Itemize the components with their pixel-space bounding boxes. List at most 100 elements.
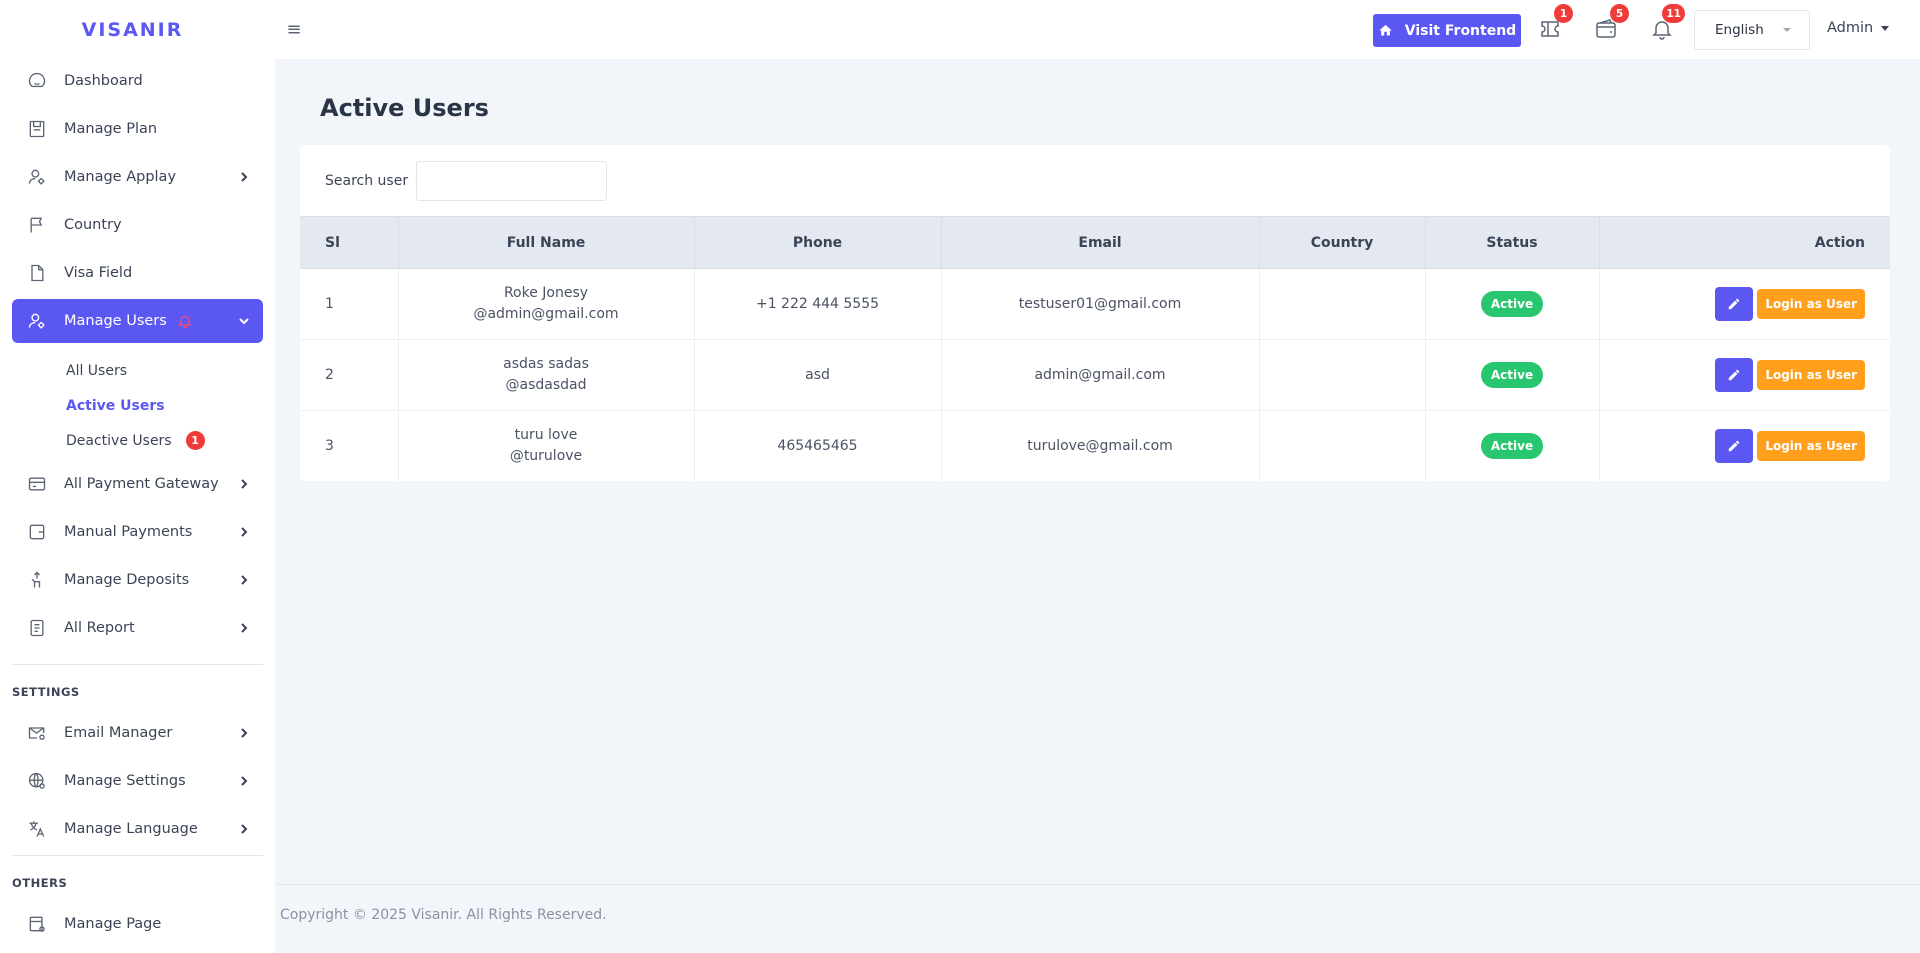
sidebar-item-manage-plan[interactable]: Manage Plan xyxy=(12,107,263,151)
submenu-active-users[interactable]: Active Users xyxy=(66,388,263,423)
column-header-full-name[interactable]: Full Name xyxy=(397,216,695,269)
cell-full-name: Roke Jonesy @admin@gmail.com xyxy=(397,268,695,340)
cell-sl: 2 xyxy=(300,339,399,411)
login-as-user-button[interactable]: Login as User xyxy=(1757,289,1865,319)
wallet-icon xyxy=(26,521,48,543)
translate-icon xyxy=(26,818,48,840)
users-table: Sl Full Name Phone Email Country Status … xyxy=(300,216,1890,481)
user-username: @turulove xyxy=(509,448,583,464)
sidebar-item-label: Manage Plan xyxy=(64,121,158,137)
cell-sl: 3 xyxy=(300,410,399,481)
bell-alert-icon xyxy=(177,313,193,329)
sidebar-item-manage-users[interactable]: Manage Users xyxy=(12,299,263,343)
column-header-phone[interactable]: Phone xyxy=(693,216,942,269)
sidebar-item-all-report[interactable]: All Report xyxy=(12,606,263,650)
edit-button[interactable] xyxy=(1715,287,1754,321)
pencil-icon xyxy=(1729,298,1740,310)
chevron-right-icon xyxy=(237,573,251,587)
sidebar-item-manage-settings[interactable]: Manage Settings xyxy=(12,759,263,803)
visit-frontend-button[interactable]: Visit Frontend xyxy=(1373,14,1521,47)
cell-status: Active xyxy=(1424,268,1600,340)
caret-down-icon xyxy=(1783,28,1791,32)
sidebar-item-manage-language[interactable]: Manage Language xyxy=(12,807,263,851)
hamburger-menu-icon[interactable]: ≡ xyxy=(283,18,305,40)
sidebar-item-label: Manage Language xyxy=(64,821,198,837)
chevron-right-icon xyxy=(237,774,251,788)
status-badge: Active xyxy=(1480,433,1544,459)
user-name: turu love xyxy=(514,427,578,443)
language-select[interactable]: English xyxy=(1694,10,1810,50)
column-header-action: Action xyxy=(1598,216,1890,269)
sidebar-item-label: Manage Deposits xyxy=(64,572,190,588)
sidebar-item-manual-payments[interactable]: Manual Payments xyxy=(12,510,263,554)
column-header-country[interactable]: Country xyxy=(1258,216,1426,269)
report-icon xyxy=(26,617,48,639)
edit-button[interactable] xyxy=(1715,429,1754,463)
chevron-right-icon xyxy=(237,822,251,836)
user-name: asdas sadas xyxy=(503,356,589,372)
submenu-label: Active Users xyxy=(66,397,165,414)
sidebar-item-label: Manage Users xyxy=(64,313,167,329)
notifications-badge: 11 xyxy=(1662,4,1685,23)
table-header-row: Sl Full Name Phone Email Country Status … xyxy=(300,216,1890,269)
chevron-right-icon xyxy=(237,525,251,539)
sidebar-item-label: Visa Field xyxy=(64,265,133,281)
notifications-button[interactable]: 11 xyxy=(1647,4,1685,44)
ticket-button[interactable]: 1 xyxy=(1535,4,1573,44)
sidebar-item-country[interactable]: Country xyxy=(12,203,263,247)
mail-gear-icon xyxy=(26,722,48,744)
wallet-button[interactable]: 5 xyxy=(1591,4,1629,44)
chevron-down-icon xyxy=(237,314,251,328)
table-row: 3 turu love @turulove 465465465 turulove@… xyxy=(300,410,1890,481)
sidebar: VISANIR Dashboard Manage Plan Manage App… xyxy=(0,0,275,953)
others-section-title: OTHERS xyxy=(12,876,68,890)
sidebar-item-email-manager[interactable]: Email Manager xyxy=(12,711,263,755)
submenu-deactive-users[interactable]: Deactive Users 1 xyxy=(66,423,263,458)
sidebar-item-all-payment-gateway[interactable]: All Payment Gateway xyxy=(12,462,263,506)
column-header-email[interactable]: Email xyxy=(940,216,1260,269)
submenu-all-users[interactable]: All Users xyxy=(66,353,263,388)
edit-button[interactable] xyxy=(1715,358,1754,392)
user-gear-icon xyxy=(26,310,48,332)
others-menu: Manage Page xyxy=(0,902,275,946)
cell-phone: +1 222 444 5555 xyxy=(693,268,942,340)
brand-logo[interactable]: VISANIR xyxy=(0,0,275,59)
sidebar-item-label: Dashboard xyxy=(64,73,143,89)
table-row: 2 asdas sadas @asdasdad asd admin@gmail.c… xyxy=(300,339,1890,411)
wallet-badge: 5 xyxy=(1610,4,1629,23)
language-value: English xyxy=(1715,22,1764,38)
users-card: Search user Sl Full Name Phone Email Cou… xyxy=(300,145,1890,481)
cell-phone: asd xyxy=(693,339,942,411)
sidebar-item-label: All Report xyxy=(64,620,135,636)
sidebar-item-manage-page[interactable]: Manage Page xyxy=(12,902,263,946)
sidebar-item-label: Manage Page xyxy=(64,916,162,932)
table-row: 1 Roke Jonesy @admin@gmail.com +1 222 444… xyxy=(300,268,1890,340)
column-header-status[interactable]: Status xyxy=(1424,216,1600,269)
search-input[interactable] xyxy=(416,160,608,201)
caret-down-icon xyxy=(1881,25,1890,31)
column-header-sl[interactable]: Sl xyxy=(300,216,399,269)
sidebar-item-label: All Payment Gateway xyxy=(64,476,219,492)
admin-dropdown[interactable]: Admin xyxy=(1827,20,1890,36)
login-as-user-button[interactable]: Login as User xyxy=(1757,360,1865,390)
cell-country xyxy=(1258,268,1426,340)
sidebar-item-dashboard[interactable]: Dashboard xyxy=(12,59,263,103)
chevron-right-icon xyxy=(237,621,251,635)
sidebar-item-label: Manage Applay xyxy=(64,169,177,185)
login-as-user-button[interactable]: Login as User xyxy=(1757,431,1865,461)
search-row: Search user xyxy=(300,145,1890,216)
page-gear-icon xyxy=(26,913,48,935)
sidebar-item-label: Manage Settings xyxy=(64,773,186,789)
sidebar-item-manage-applay[interactable]: Manage Applay xyxy=(12,155,263,199)
admin-label: Admin xyxy=(1827,20,1874,36)
plan-icon xyxy=(26,118,48,140)
cell-action: Login as User xyxy=(1598,410,1890,481)
sidebar-item-visa-field[interactable]: Visa Field xyxy=(12,251,263,295)
copyright-text: Copyright © 2025 Visanir. All Rights Res… xyxy=(280,907,607,923)
cell-country xyxy=(1258,339,1426,411)
cell-status: Active xyxy=(1424,339,1600,411)
page-title: Active Users xyxy=(320,94,489,122)
status-badge: Active xyxy=(1480,291,1544,317)
cell-full-name: asdas sadas @asdasdad xyxy=(397,339,695,411)
sidebar-item-manage-deposits[interactable]: Manage Deposits xyxy=(12,558,263,602)
